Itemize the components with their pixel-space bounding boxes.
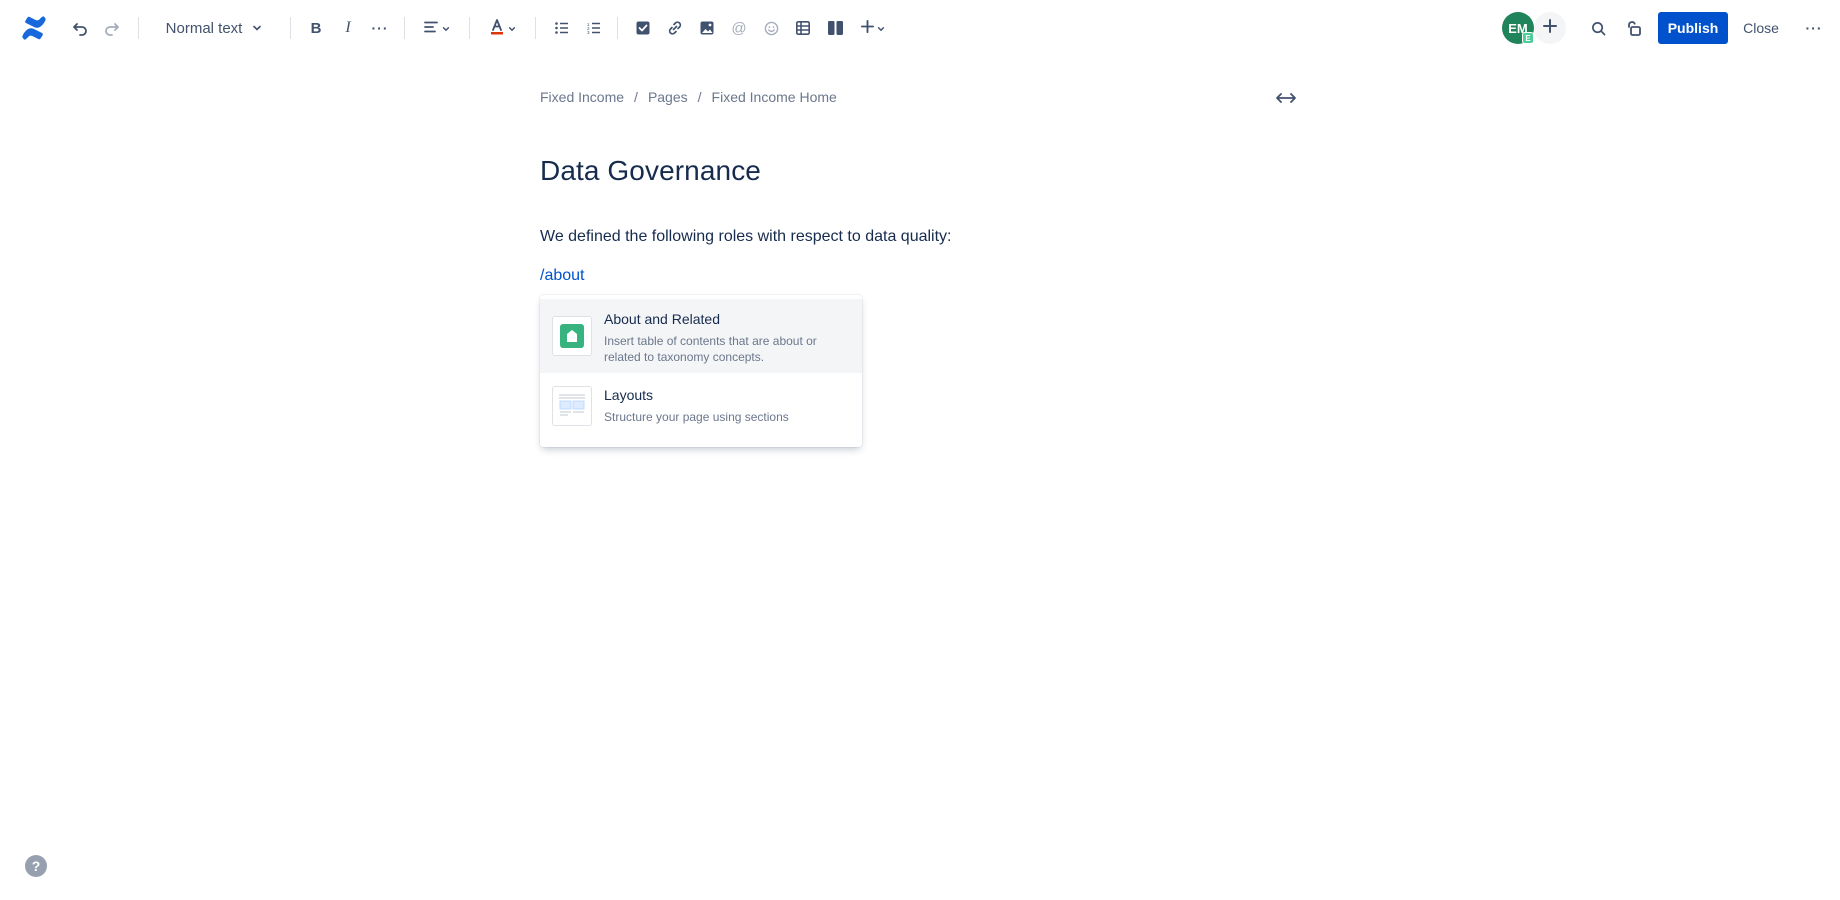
text-color-icon [490,18,504,38]
invite-button[interactable] [1534,12,1566,44]
confluence-logo-icon[interactable] [18,12,50,44]
chevron-down-icon [877,20,885,36]
menu-item-description: Insert table of contents that are about … [604,334,817,364]
menu-item-title: Layouts [604,387,654,403]
chevron-down-icon [442,20,450,36]
slash-command-menu: About and Related Insert table of conten… [540,295,862,447]
alignment-dropdown[interactable] [420,14,454,42]
toolbar-divider [469,17,470,39]
plus-icon [1543,18,1557,38]
text-color-dropdown[interactable] [486,14,520,42]
menu-item-about-and-related[interactable]: About and Related Insert table of conten… [540,299,862,373]
slash-command-text[interactable]: /about [540,267,584,285]
image-icon[interactable] [693,14,721,42]
chevron-down-icon [252,20,262,37]
breadcrumb: Fixed Income / Pages / Fixed Income Home [540,89,837,105]
task-icon[interactable] [629,14,657,42]
restrictions-icon[interactable] [1620,14,1648,42]
svg-text:3: 3 [587,30,590,34]
toolbar-divider [535,17,536,39]
emoji-icon[interactable] [757,14,785,42]
about-related-macro-icon [552,316,592,356]
toolbar-divider [290,17,291,39]
close-button[interactable]: Close [1738,12,1784,44]
search-icon[interactable] [1584,14,1612,42]
page-title[interactable]: Data Governance [540,155,761,187]
link-icon[interactable] [661,14,689,42]
layout-icon[interactable] [821,14,849,42]
text-style-label: Normal text [165,19,243,37]
insert-dropdown[interactable] [856,14,890,42]
italic-icon[interactable]: I [334,14,362,42]
more-formatting-icon[interactable]: ··· [366,14,394,42]
breadcrumb-pages[interactable]: Pages [648,89,688,105]
toolbar-divider [138,17,139,39]
chevron-down-icon [508,20,516,36]
toolbar-divider [617,17,618,39]
breadcrumb-separator: / [697,89,702,105]
align-left-icon [424,20,438,36]
toolbar-divider [404,17,405,39]
table-icon[interactable] [789,14,817,42]
more-icon[interactable]: ··· [1800,14,1828,42]
bold-icon[interactable]: B [302,14,330,42]
body-paragraph[interactable]: We defined the following roles with resp… [540,228,952,246]
page-width-toggle-icon[interactable] [1275,88,1297,108]
menu-item-title: About and Related [604,311,720,327]
menu-item-layouts[interactable]: Layouts Structure your page using sectio… [540,373,862,443]
help-icon[interactable]: ? [25,855,47,877]
breadcrumb-separator: / [634,89,638,105]
undo-icon[interactable] [66,14,94,42]
text-style-dropdown[interactable]: Normal text [156,14,272,42]
redo-icon[interactable] [98,14,126,42]
bullet-list-icon[interactable] [548,14,576,42]
layouts-icon [552,386,592,426]
menu-item-description: Structure your page using sections [604,410,789,424]
editor-toolbar: Normal text B I ··· 123 @ EM E Publish C… [0,0,1840,56]
numbered-list-icon[interactable]: 123 [580,14,608,42]
breadcrumb-space[interactable]: Fixed Income [540,89,624,105]
avatar-badge: E [1522,32,1534,44]
mention-icon[interactable]: @ [725,14,753,42]
breadcrumb-parent-page[interactable]: Fixed Income Home [712,89,837,105]
publish-button[interactable]: Publish [1658,12,1728,44]
plus-icon [861,20,874,36]
